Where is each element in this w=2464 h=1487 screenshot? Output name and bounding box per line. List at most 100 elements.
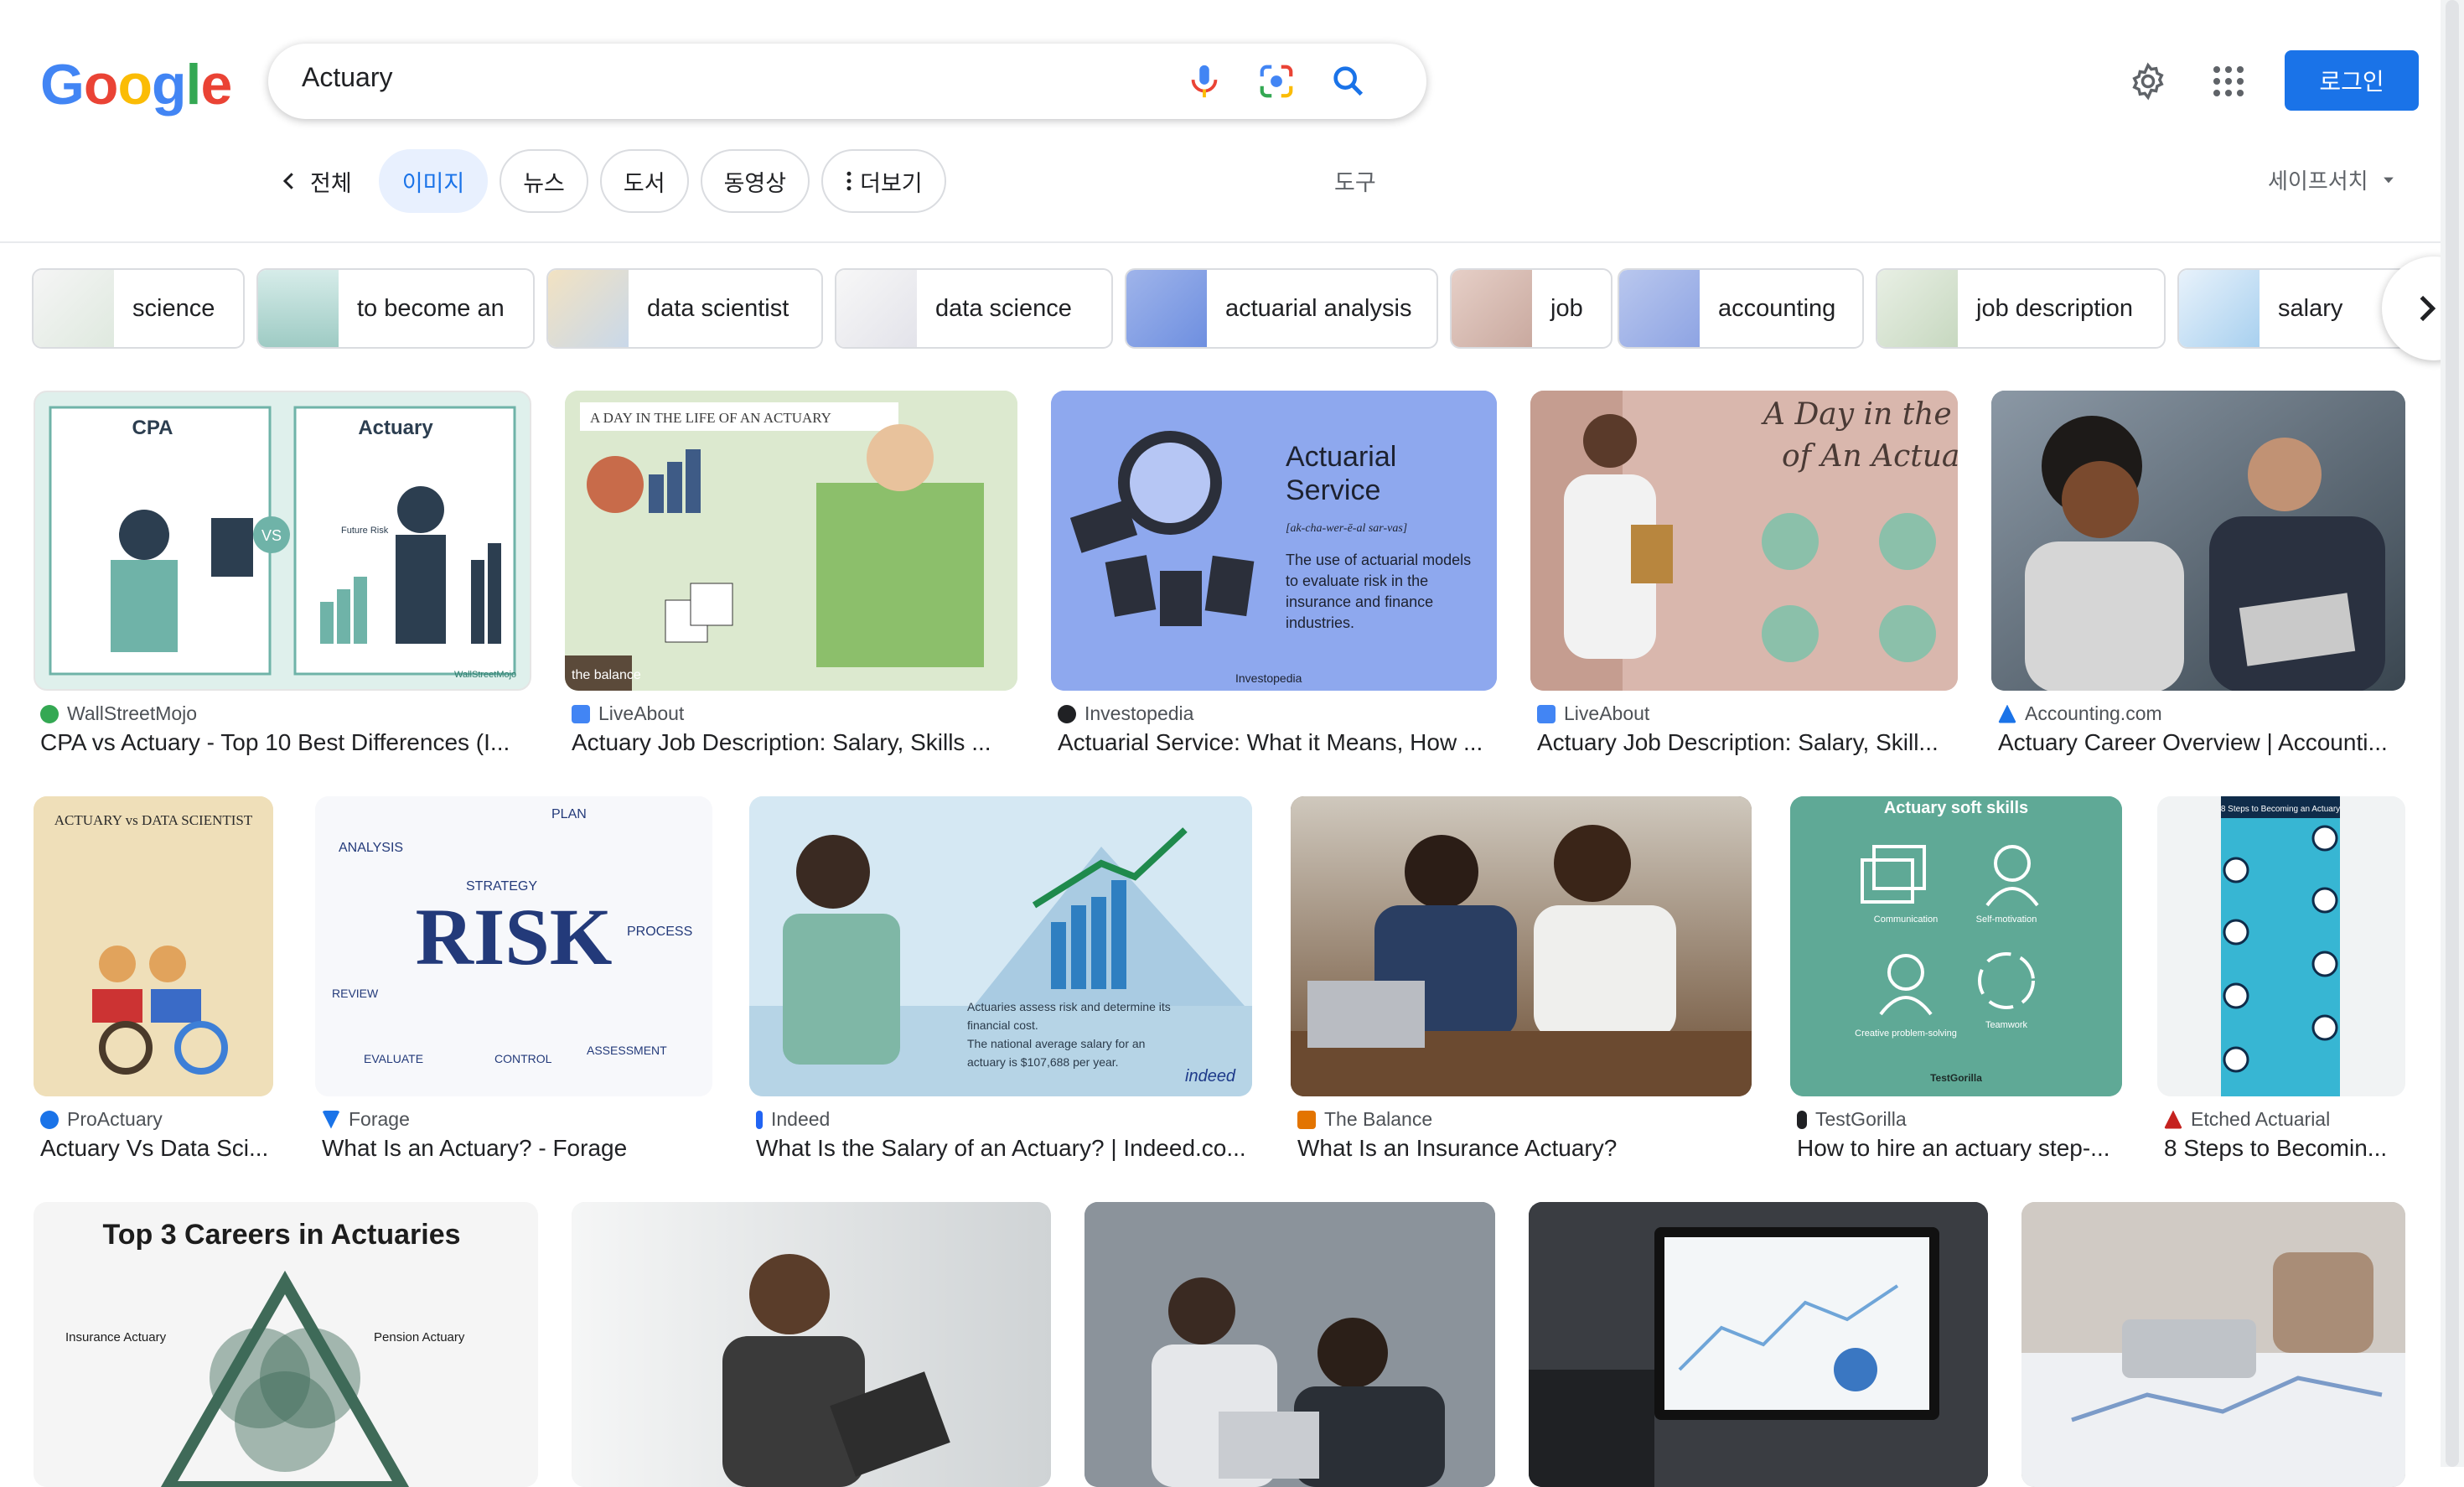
result-thumbnail[interactable]: A DAY IN THE LIFE OF AN ACTUARY the bala… [565, 391, 1017, 691]
image-result[interactable]: A DAY IN THE LIFE OF AN ACTUARY the bala… [565, 391, 1017, 763]
chip-actuarial-analysis[interactable]: actuarial analysis [1125, 268, 1438, 349]
result-image [2021, 1202, 2405, 1487]
image-result[interactable]: VS CPA Actuary Future Risk WallStreetMoj… [34, 391, 531, 763]
result-source[interactable]: Etched Actuarial [2164, 1108, 2330, 1131]
result-title[interactable]: How to hire an actuary step-... [1797, 1135, 2124, 1162]
result-thumbnail[interactable]: Actuaries assess risk and determine its … [749, 796, 1252, 1096]
tab-images[interactable]: 이미지 [378, 149, 489, 213]
result-title[interactable]: Actuary Career Overview | Accounti... [1998, 729, 2404, 756]
image-result[interactable]: The Balance What Is an Insurance Actuary… [1291, 796, 1752, 1168]
search-icon[interactable] [1329, 62, 1368, 101]
result-image: ACTUARY vs DATA SCIENTIST [34, 796, 273, 1096]
result-title[interactable]: CPA vs Actuary - Top 10 Best Differences… [40, 729, 526, 756]
result-title[interactable]: What Is the Salary of an Actuary? | Inde… [756, 1135, 1250, 1162]
image-result[interactable]: Actuarial Service [ak-cha-wer-ē-al sar-v… [1051, 391, 1497, 763]
result-source[interactable]: ProActuary [40, 1108, 163, 1131]
tab-more[interactable]: 더보기 [821, 149, 946, 213]
result-title[interactable]: Actuary Job Description: Salary, Skills … [572, 729, 1014, 756]
image-result[interactable]: Accounting.com Actuary Career Overview |… [1991, 391, 2405, 763]
result-thumbnail[interactable] [1291, 796, 1752, 1096]
result-title[interactable]: Actuary Vs Data Sci... [40, 1135, 275, 1162]
chip-data-science[interactable]: data science [835, 268, 1113, 349]
image-result[interactable] [2021, 1202, 2405, 1487]
result-title[interactable]: Actuary Job Description: Salary, Skill..… [1537, 729, 1956, 756]
tab-news[interactable]: 뉴스 [500, 149, 588, 213]
image-caption: The use of actuarial models to evaluate … [1286, 552, 1472, 631]
source-name: The Balance [1324, 1108, 1433, 1130]
logo-letter: g [152, 53, 187, 117]
tab-videos[interactable]: 동영상 [700, 149, 810, 213]
result-title[interactable]: 8 Steps to Becomin... [2164, 1135, 2405, 1162]
result-thumbnail[interactable]: Actuary soft skills Communication Self-m… [1790, 796, 2122, 1096]
chip-accounting[interactable]: accounting [1618, 268, 1864, 349]
login-button[interactable]: 로그인 [2285, 50, 2419, 111]
result-image [1291, 796, 1752, 1096]
result-source[interactable]: Accounting.com [1998, 702, 2162, 725]
result-thumbnail[interactable] [572, 1202, 1051, 1487]
result-thumbnail[interactable]: ACTUARY vs DATA SCIENTIST [34, 796, 273, 1096]
result-thumbnail[interactable] [1084, 1202, 1495, 1487]
image-result[interactable] [1084, 1202, 1495, 1487]
tab-books[interactable]: 도서 [599, 149, 689, 213]
logo-letter: o [117, 53, 153, 117]
image-caption: REVIEW [332, 987, 379, 1000]
result-source[interactable]: Indeed [756, 1108, 830, 1131]
google-logo[interactable]: Google [40, 52, 232, 117]
image-result[interactable]: Top 3 Careers in Actuaries Insurance Act… [34, 1202, 538, 1487]
chip-science[interactable]: science [32, 268, 245, 349]
result-source[interactable]: TestGorilla [1797, 1108, 1907, 1131]
safesearch-dropdown[interactable]: 세이프서치 [2268, 164, 2397, 195]
image-caption: PROCESS [627, 925, 692, 939]
apps-grid-icon[interactable] [2211, 64, 2246, 99]
search-box[interactable]: Actuary [268, 44, 1426, 119]
settings-gear-icon[interactable] [2129, 62, 2167, 101]
result-thumbnail[interactable]: A Day in the Life of An Actuary [1530, 391, 1958, 691]
microphone-icon[interactable] [1185, 62, 1224, 101]
chip-salary[interactable]: salary [2177, 268, 2409, 349]
result-thumbnail[interactable] [1991, 391, 2405, 691]
result-source[interactable]: WallStreetMojo [40, 702, 197, 725]
result-title[interactable]: Actuarial Service: What it Means, How ..… [1058, 729, 1495, 756]
result-thumbnail[interactable]: VS CPA Actuary Future Risk WallStreetMoj… [34, 391, 531, 691]
chip-job[interactable]: job [1450, 268, 1612, 349]
result-source[interactable]: Investopedia [1058, 702, 1193, 725]
result-thumbnail[interactable]: RISK ANALYSIS STRATEGY PLAN PROCESS REVI… [315, 796, 712, 1096]
chip-thumbnail [1619, 270, 1700, 347]
result-source[interactable]: LiveAbout [572, 702, 684, 725]
result-thumbnail[interactable] [1529, 1202, 1988, 1487]
result-title[interactable]: What Is an Insurance Actuary? [1297, 1135, 1750, 1162]
chevron-left-icon [282, 173, 293, 189]
tab-all-back[interactable]: 전체 [268, 149, 367, 213]
result-thumbnail[interactable]: Top 3 Careers in Actuaries Insurance Act… [34, 1202, 538, 1487]
google-lens-icon[interactable] [1257, 62, 1296, 101]
image-result[interactable] [572, 1202, 1051, 1487]
search-input[interactable]: Actuary [302, 62, 392, 93]
chip-to-become-an[interactable]: to become an [256, 268, 535, 349]
image-result[interactable] [1529, 1202, 1988, 1487]
image-result[interactable]: Actuary soft skills Communication Self-m… [1790, 796, 2122, 1168]
image-caption: Actuarial [1286, 441, 1396, 473]
source-name: Forage [349, 1108, 410, 1130]
image-result[interactable]: A Day in the Life of An Actuary LiveAbou… [1530, 391, 1958, 763]
result-source[interactable]: The Balance [1297, 1108, 1432, 1131]
result-thumbnail[interactable]: Actuarial Service [ak-cha-wer-ē-al sar-v… [1051, 391, 1497, 691]
image-caption: Creative problem-solving [1855, 1028, 1957, 1039]
image-result[interactable]: Actuaries assess risk and determine its … [749, 796, 1252, 1168]
result-thumbnail[interactable] [2021, 1202, 2405, 1487]
page-scrollbar[interactable] [2441, 0, 2464, 1467]
tools-button[interactable]: 도구 [1334, 164, 1376, 197]
scrollbar-thumb[interactable] [2446, 0, 2459, 1467]
result-title[interactable]: What Is an Actuary? - Forage [322, 1135, 711, 1162]
result-image: Actuarial Service [ak-cha-wer-ē-al sar-v… [1051, 391, 1497, 691]
result-source[interactable]: LiveAbout [1537, 702, 1649, 725]
site-favicon-icon [1797, 1110, 1807, 1129]
chip-job-description[interactable]: job description [1876, 268, 2166, 349]
result-thumbnail[interactable]: 8 Steps to Becoming an Actuary [2157, 796, 2405, 1096]
result-image: RISK ANALYSIS STRATEGY PLAN PROCESS REVI… [315, 796, 712, 1096]
chip-data-scientist[interactable]: data scientist [546, 268, 823, 349]
image-result[interactable]: 8 Steps to Becoming an Actuary Etched Ac… [2157, 796, 2405, 1168]
result-source[interactable]: Forage [322, 1108, 410, 1131]
image-result[interactable]: ACTUARY vs DATA SCIENTIST ProActuary Act… [34, 796, 273, 1168]
chip-label: accounting [1718, 294, 1836, 322]
image-result[interactable]: RISK ANALYSIS STRATEGY PLAN PROCESS REVI… [315, 796, 712, 1168]
